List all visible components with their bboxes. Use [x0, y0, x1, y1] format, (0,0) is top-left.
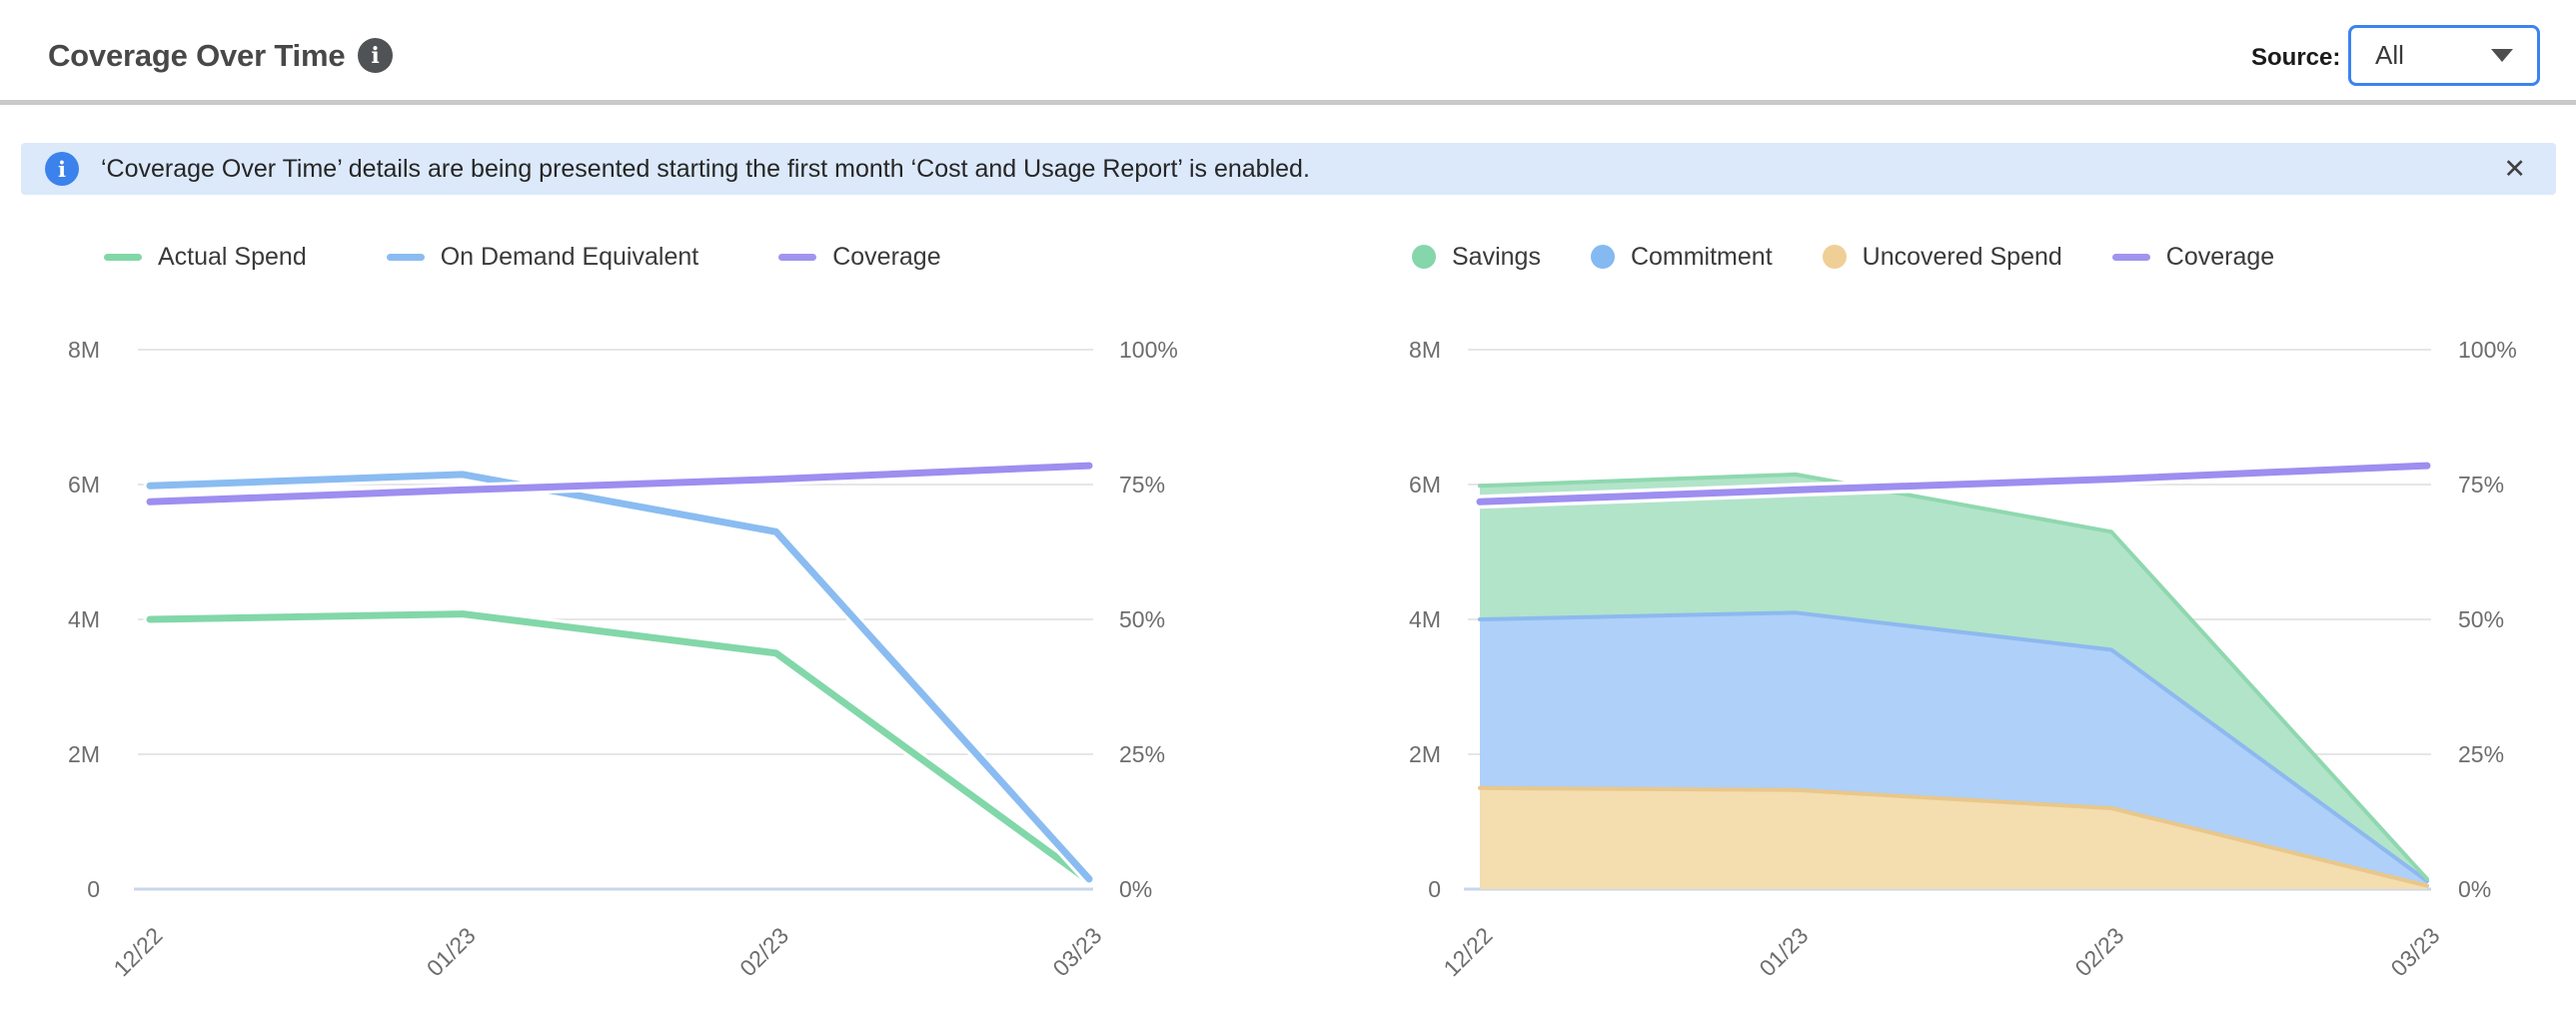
legend-swatch-coverage [2112, 254, 2150, 261]
banner-message: ‘Coverage Over Time’ details are being p… [101, 155, 1310, 184]
y-axis-tick-right: 0% [1119, 876, 1152, 902]
legend-item-coverage[interactable]: Coverage [778, 243, 940, 272]
legend-stacked-chart: Savings Commitment Uncovered Spend Coverage [1412, 241, 2274, 273]
line-actual-spend [150, 614, 1089, 881]
y-axis-tick-right: 0% [2458, 876, 2491, 902]
legend-swatch-savings [1412, 245, 1436, 269]
legend-item-uncovered-spend[interactable]: Uncovered Spend [1823, 243, 2062, 272]
line-on-demand-equivalent [150, 475, 1089, 879]
legend-label: Uncovered Spend [1863, 243, 2062, 272]
x-axis-tick: 02/23 [734, 922, 793, 981]
coverage-over-time-widget: Coverage Over Time i Source: All i ‘Cove… [0, 0, 2576, 1015]
spend-line-chart: 8M 100% 6M 75% 4M 50% 2M 25% 0 0% 12/22 01/23 02/23 0… [0, 300, 1259, 999]
legend-label: Coverage [2166, 243, 2274, 272]
coverage-stacked-area-chart: 8M 100% 6M 75% 4M 50% 2M 25% 0 0% 12/22 01/23 02/23 0… [1349, 300, 2576, 999]
close-icon[interactable]: ✕ [2503, 143, 2526, 195]
legend-item-savings[interactable]: Savings [1412, 243, 1541, 272]
y-axis-tick-left: 8M [1409, 337, 1441, 363]
info-icon[interactable]: i [358, 38, 393, 73]
x-axis-tick: 03/23 [1047, 922, 1106, 981]
legend-swatch-on-demand-equivalent [387, 254, 425, 261]
x-axis-tick: 12/22 [108, 922, 167, 981]
legend-swatch-commitment [1591, 245, 1615, 269]
banner-info-icon: i [45, 152, 79, 186]
header-divider [0, 100, 2576, 105]
x-axis-tick: 01/23 [422, 922, 481, 981]
y-axis-tick-left: 8M [68, 337, 100, 363]
banner-info-icon-glyph: i [58, 157, 66, 182]
y-axis-tick-left: 0 [1428, 876, 1441, 902]
x-axis-tick: 01/23 [1754, 922, 1813, 981]
legend-item-on-demand-equivalent[interactable]: On Demand Equivalent [387, 243, 698, 272]
legend-swatch-uncovered-spend [1823, 245, 1847, 269]
y-axis-tick-right: 50% [2458, 606, 2504, 632]
source-dropdown-value: All [2375, 40, 2491, 71]
y-axis-tick-right: 50% [1119, 606, 1165, 632]
y-axis-tick-left: 6M [68, 472, 100, 498]
y-axis-tick-right: 25% [2458, 741, 2504, 767]
info-icon-glyph: i [371, 43, 379, 69]
y-axis-tick-right: 100% [2458, 337, 2517, 363]
y-axis-tick-left: 4M [68, 606, 100, 632]
line-halo-actual-spend [150, 614, 1089, 881]
source-dropdown[interactable]: All [2348, 25, 2540, 86]
y-axis-tick-right: 75% [1119, 472, 1165, 498]
x-axis-tick: 02/23 [2069, 922, 2128, 981]
x-axis-tick: 03/23 [2385, 922, 2444, 981]
legend-label: Commitment [1631, 243, 1773, 272]
legend-line-chart: Actual Spend On Demand Equivalent Coverage [104, 241, 941, 273]
y-axis-tick-right: 100% [1119, 337, 1178, 363]
legend-label: On Demand Equivalent [441, 243, 698, 272]
legend-swatch-coverage [778, 254, 816, 261]
y-axis-tick-left: 4M [1409, 606, 1441, 632]
y-axis-tick-right: 25% [1119, 741, 1165, 767]
y-axis-tick-left: 0 [87, 876, 100, 902]
legend-label: Actual Spend [158, 243, 307, 272]
page-title: Coverage Over Time [48, 38, 345, 74]
legend-swatch-actual-spend [104, 254, 142, 261]
y-axis-tick-left: 2M [68, 741, 100, 767]
info-banner: i ‘Coverage Over Time’ details are being… [21, 143, 2556, 195]
line-halo-on-demand-equivalent [150, 475, 1089, 879]
legend-label: Savings [1452, 243, 1541, 272]
y-axis-tick-right: 75% [2458, 472, 2504, 498]
x-axis-tick: 12/22 [1438, 922, 1497, 981]
legend-item-actual-spend[interactable]: Actual Spend [104, 243, 307, 272]
legend-item-commitment[interactable]: Commitment [1591, 243, 1773, 272]
source-label: Source: [2251, 44, 2340, 72]
legend-label: Coverage [832, 243, 940, 272]
chevron-down-icon [2491, 49, 2513, 62]
y-axis-tick-left: 6M [1409, 472, 1441, 498]
legend-item-coverage[interactable]: Coverage [2112, 243, 2274, 272]
y-axis-tick-left: 2M [1409, 741, 1441, 767]
